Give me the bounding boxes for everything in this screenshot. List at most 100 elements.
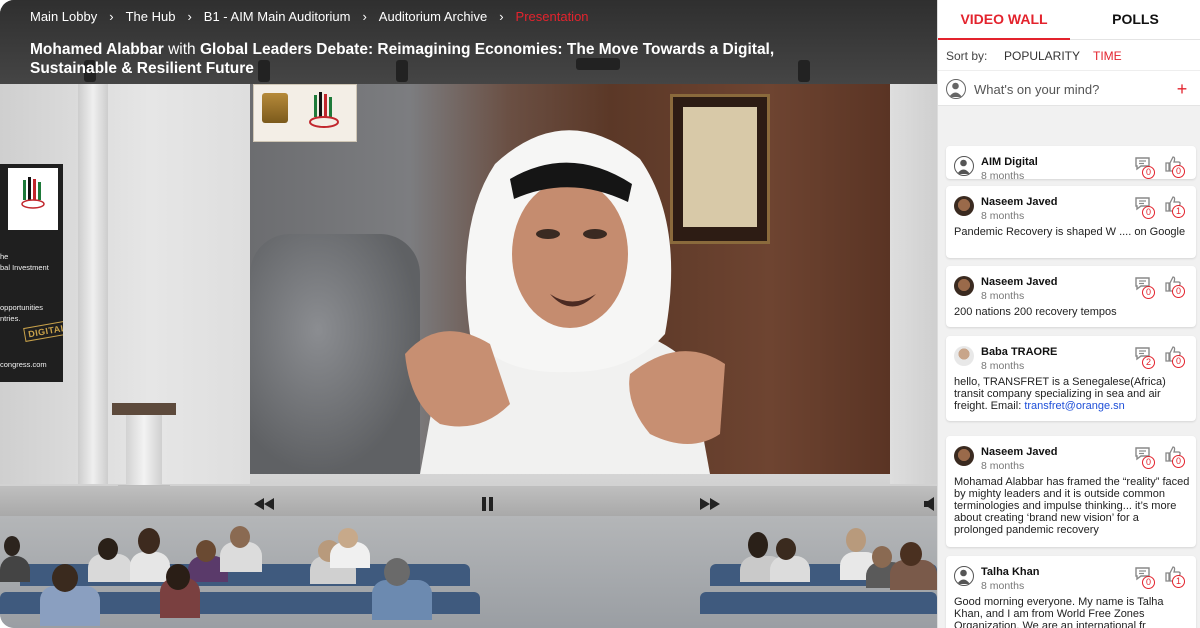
- wall-post: Naseem Javed 8 months Pandemic Recovery is…: [946, 186, 1196, 258]
- author-name: Naseem Javed: [981, 276, 1058, 288]
- author-avatar: [954, 156, 974, 176]
- attendee: [372, 580, 432, 620]
- author-avatar: [954, 196, 974, 216]
- wall-post: AIM Digital8 monthshi00: [946, 146, 1196, 206]
- thumbs-up-icon[interactable]: 0: [1164, 275, 1188, 298]
- video-wall-sidebar: VIDEO WALL POLLS Sort by: POPULARITY TIM…: [937, 0, 1200, 628]
- post-composer: +: [938, 70, 1200, 106]
- podium-top: [112, 403, 176, 415]
- comment-icon[interactable]: 0: [1134, 156, 1156, 179]
- breadcrumb-main-lobby[interactable]: Main Lobby: [30, 9, 97, 24]
- post-time: 8 months: [981, 360, 1025, 372]
- sort-popularity[interactable]: POPULARITY: [1004, 49, 1080, 63]
- comment-icon[interactable]: 0: [1134, 566, 1156, 589]
- attendee-head: [196, 540, 216, 562]
- wall-post: Naseem Javed 8 months 200 nations 200 reco…: [946, 266, 1196, 327]
- sponsor-banner: he bal Investment opportunities ntries. …: [0, 164, 63, 382]
- banner-text: he: [0, 252, 9, 261]
- wall-post: Naseem Javed 8 months Mohamad Alabbar has …: [946, 436, 1196, 547]
- post-text: Pandemic Recovery is shaped W .... on Go…: [954, 226, 1186, 238]
- video-couch: [250, 234, 420, 474]
- title-connector: with: [168, 41, 196, 58]
- sort-label: Sort by:: [946, 49, 988, 63]
- post-email-link[interactable]: transfret@orange.sn: [1024, 400, 1124, 412]
- attendee-head: [166, 564, 190, 590]
- comment-count: 0: [1142, 456, 1155, 469]
- post-body: Pandemic Recovery is shaped W .... on Go…: [954, 226, 1190, 238]
- fast-forward-icon[interactable]: [698, 494, 722, 514]
- comment-icon[interactable]: 0: [1134, 446, 1156, 469]
- post-text: Good morning everyone. My name is Talha …: [954, 596, 1164, 628]
- banner-website: congress.com: [0, 360, 47, 369]
- author-name: AIM Digital: [981, 156, 1038, 168]
- author-avatar: [954, 346, 974, 366]
- breadcrumb-the-hub[interactable]: The Hub: [126, 9, 176, 24]
- attendee-head: [748, 532, 768, 558]
- author-avatar: [954, 276, 974, 296]
- thumbs-up-icon[interactable]: 0: [1164, 345, 1188, 368]
- author-name: Naseem Javed: [981, 446, 1058, 458]
- video-logo-card: [253, 84, 357, 142]
- breadcrumb-auditorium-archive[interactable]: Auditorium Archive: [379, 9, 487, 24]
- banner-text: opportunities: [0, 303, 43, 312]
- attendee-head: [872, 546, 892, 568]
- pause-icon[interactable]: [475, 494, 499, 514]
- comment-count: 0: [1142, 166, 1155, 179]
- post-body: Good morning everyone. My name is Talha …: [954, 596, 1190, 628]
- sort-time[interactable]: TIME: [1093, 49, 1122, 63]
- attendee: [130, 552, 170, 582]
- sort-bar: Sort by: POPULARITY TIME: [938, 40, 1200, 70]
- banner-text: ntries.: [0, 314, 21, 323]
- like-count: 0: [1172, 455, 1185, 468]
- comment-count: 0: [1142, 286, 1155, 299]
- chevron-right-icon: ›: [109, 9, 114, 24]
- plus-icon[interactable]: +: [1173, 80, 1191, 98]
- author-avatar: [954, 566, 974, 586]
- post-body: Mohamad Alabbar has framed the “reality”…: [954, 476, 1190, 536]
- attendee-head: [846, 528, 866, 552]
- attendee-head: [900, 542, 922, 566]
- comment-count: 0: [1142, 206, 1155, 219]
- aim-logo-icon: [309, 92, 339, 128]
- thumbs-up-icon[interactable]: 0: [1164, 445, 1188, 468]
- post-text: Mohamad Alabbar has framed the “reality”…: [954, 476, 1190, 536]
- post-time: 8 months: [981, 290, 1025, 302]
- author-avatar: [954, 446, 974, 466]
- breadcrumb-main-auditorium[interactable]: B1 - AIM Main Auditorium: [204, 9, 351, 24]
- thumbs-up-icon[interactable]: 1: [1164, 195, 1188, 218]
- wall-post: Baba TRAORE 8 months hello, TRANSFRET is a…: [946, 336, 1196, 421]
- audience: [0, 516, 937, 628]
- attendee: [0, 556, 30, 582]
- podium-body: [126, 415, 162, 493]
- ceiling-lamp: [798, 60, 810, 82]
- attendee-head: [338, 528, 358, 548]
- tab-polls[interactable]: POLLS: [1070, 0, 1200, 40]
- rewind-icon[interactable]: [252, 494, 276, 514]
- digital-stamp: DIGITAL: [23, 320, 63, 342]
- video-screen[interactable]: [250, 84, 890, 474]
- podium: [112, 403, 176, 493]
- attendee-head: [776, 538, 796, 560]
- author-name: Talha Khan: [981, 566, 1040, 578]
- author-name: Naseem Javed: [981, 196, 1058, 208]
- tab-video-wall[interactable]: VIDEO WALL: [938, 0, 1070, 40]
- post-input[interactable]: [974, 77, 1164, 101]
- post-time: 8 months: [981, 170, 1025, 182]
- chevron-right-icon: ›: [362, 9, 367, 24]
- volume-icon[interactable]: [922, 494, 937, 514]
- chevron-right-icon: ›: [187, 9, 192, 24]
- thumbs-up-icon[interactable]: 1: [1164, 565, 1188, 588]
- comment-icon[interactable]: 2: [1134, 346, 1156, 369]
- breadcrumb-presentation: Presentation: [515, 9, 589, 24]
- attendee-head: [52, 564, 78, 592]
- wall-post: Talha Khan 8 months Good morning everyone.…: [946, 556, 1196, 628]
- comment-icon[interactable]: 0: [1134, 196, 1156, 219]
- comment-icon[interactable]: 0: [1134, 276, 1156, 299]
- right-wall: [890, 84, 937, 484]
- like-count: 1: [1172, 575, 1185, 588]
- attendee-head: [384, 558, 410, 586]
- post-time: 8 months: [981, 210, 1025, 222]
- thumbs-up-icon[interactable]: 0: [1164, 155, 1188, 178]
- emblem-icon: [262, 93, 288, 123]
- sidebar-tabs: VIDEO WALL POLLS: [938, 0, 1200, 40]
